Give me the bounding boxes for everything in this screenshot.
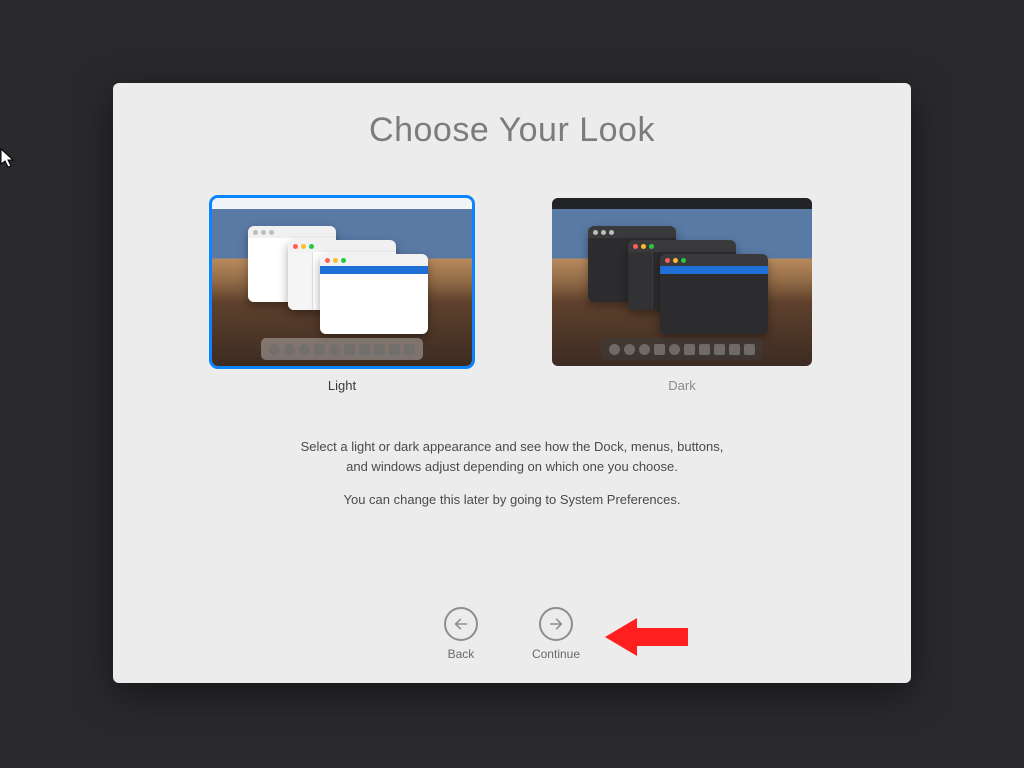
option-dark[interactable]: Dark [552,198,812,393]
menubar-dark [552,198,812,209]
back-button[interactable]: Back [444,607,478,661]
option-dark-label: Dark [668,378,695,393]
preview-dark [552,198,812,366]
description-line: You can change this later by going to Sy… [344,492,681,507]
mouse-cursor-icon [0,148,16,168]
arrow-left-icon [444,607,478,641]
description-text: Select a light or dark appearance and se… [113,437,911,510]
appearance-options: Light [113,198,911,393]
nav-bar: Back Continue [113,607,911,661]
description-line: Select a light or dark appearance and se… [301,439,724,454]
continue-button[interactable]: Continue [532,607,580,661]
menubar-light [212,198,472,209]
arrow-right-icon [539,607,573,641]
back-label: Back [448,647,475,661]
mini-window [320,254,428,334]
dock-light [261,338,423,360]
option-light[interactable]: Light [212,198,472,393]
dock-dark [601,338,763,360]
choose-your-look-dialog: Choose Your Look [113,83,911,683]
preview-light [212,198,472,366]
description-line: and windows adjust depending on which on… [346,459,678,474]
continue-label: Continue [532,647,580,661]
page-title: Choose Your Look [113,111,911,150]
mini-window [660,254,768,334]
option-light-label: Light [328,378,356,393]
